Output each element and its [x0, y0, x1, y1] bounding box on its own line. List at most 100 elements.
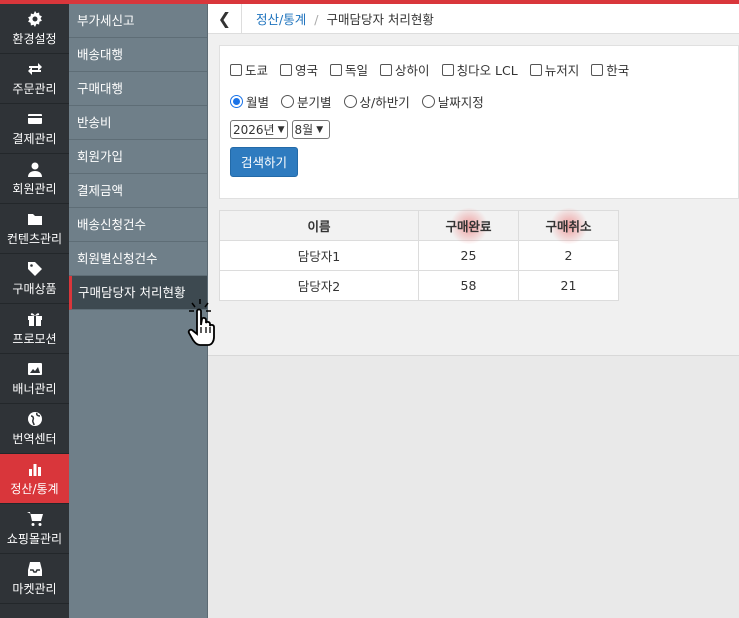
checkbox-label: 영국	[295, 63, 319, 78]
nav-contents[interactable]: 컨텐츠관리	[0, 204, 69, 254]
nav-label: 구매상품	[12, 281, 57, 296]
checkbox-label: 상하이	[395, 63, 430, 78]
radio-date-range[interactable]: 날짜지정	[421, 92, 484, 111]
submenu-return-fee[interactable]: 반송비	[69, 106, 207, 140]
checkbox-box[interactable]	[330, 63, 343, 76]
radio-label: 상/하반기	[359, 95, 410, 110]
cell-complete: 58	[418, 270, 519, 301]
table-header-row: 이름 구매완료 구매취소	[219, 208, 619, 244]
month-select[interactable]: 8월 ▼	[291, 120, 330, 139]
hand-cursor-icon	[187, 299, 215, 346]
checkbox-box[interactable]	[280, 63, 293, 76]
nav-orders[interactable]: 주문관리	[0, 54, 69, 104]
checkbox-box[interactable]	[380, 63, 393, 76]
header-purchase-complete[interactable]: 구매완료	[418, 208, 519, 244]
breadcrumb-separator: /	[314, 12, 319, 27]
breadcrumb-bar: ❮ 정산/통계 / 구매담당자 처리현황	[208, 3, 739, 34]
submenu-shipping-requests[interactable]: 배송신청건수	[69, 208, 207, 242]
results-table: 이름 구매완료 구매취소 담당자1 25 2 담당자2 58 21	[219, 208, 619, 301]
checkbox-shanghai[interactable]: 상하이	[380, 60, 430, 79]
year-select[interactable]: 2026년 ▼	[230, 120, 288, 139]
content-area: 도쿄 영국 독일 상하이 칭다오 LCL 뉴저지 한국 월별 분기별 상/하반기…	[208, 34, 739, 356]
inbox-icon	[27, 561, 42, 576]
nav-label: 배너관리	[12, 381, 57, 396]
radio-label: 월별	[246, 95, 270, 110]
checkbox-germany[interactable]: 독일	[330, 60, 368, 79]
month-value: 8월	[294, 123, 314, 137]
radio-dot[interactable]	[421, 95, 435, 108]
radio-dot[interactable]	[281, 95, 295, 108]
radio-monthly[interactable]: 월별	[230, 92, 269, 111]
nav-banners[interactable]: 배너관리	[0, 354, 69, 404]
nav-market[interactable]: 마켓관리	[0, 554, 69, 604]
year-value: 2026년	[233, 123, 275, 137]
nav-settings[interactable]: 환경설정	[0, 4, 69, 54]
nav-label: 마켓관리	[12, 581, 57, 596]
chevron-down-icon: ▼	[277, 124, 285, 135]
chevron-left-icon: ❮	[217, 9, 232, 28]
submenu-shipping-agency[interactable]: 배송대행	[69, 38, 207, 72]
date-selects: 2026년 ▼ 8월 ▼	[230, 120, 728, 139]
nav-label: 결제관리	[12, 131, 57, 146]
header-name[interactable]: 이름	[219, 210, 419, 241]
radio-half-year[interactable]: 상/하반기	[343, 92, 410, 111]
cell-name: 담당자2	[219, 270, 419, 301]
checkbox-label: 칭다오 LCL	[456, 63, 518, 78]
submenu-purchase-agency[interactable]: 구매대행	[69, 72, 207, 106]
checkbox-tokyo[interactable]: 도쿄	[230, 60, 268, 79]
search-button[interactable]: 검색하기	[230, 147, 299, 177]
checkbox-new-jersey[interactable]: 뉴저지	[529, 60, 580, 79]
chevron-down-icon: ▼	[316, 124, 324, 135]
filter-panel: 도쿄 영국 독일 상하이 칭다오 LCL 뉴저지 한국 월별 분기별 상/하반기…	[219, 45, 739, 199]
submenu-member-requests[interactable]: 회원별신청건수	[69, 242, 207, 276]
user-icon	[27, 162, 42, 177]
cell-cancel: 21	[518, 270, 619, 301]
submenu-signup[interactable]: 회원가입	[69, 140, 207, 174]
checkbox-label: 도쿄	[245, 63, 269, 78]
checkbox-box[interactable]	[441, 63, 454, 76]
main-area: ❮ 정산/통계 / 구매담당자 처리현황 도쿄 영국 독일 상하이 칭다오 LCL …	[208, 3, 739, 618]
table-row: 담당자1 25 2	[219, 240, 619, 271]
nav-members[interactable]: 회원관리	[0, 154, 69, 204]
nav-promotion[interactable]: 프로모션	[0, 304, 69, 354]
checkbox-box[interactable]	[529, 63, 542, 76]
nav-shop[interactable]: 쇼핑몰관리	[0, 504, 69, 554]
breadcrumb-parent-link[interactable]: 정산/통계	[256, 12, 306, 27]
checkbox-label: 뉴저지	[544, 63, 580, 78]
nav-products[interactable]: 구매상품	[0, 254, 69, 304]
radio-quarterly[interactable]: 분기별	[281, 92, 332, 111]
checkbox-box[interactable]	[230, 63, 242, 76]
globe-icon	[27, 411, 42, 426]
folder-icon	[27, 213, 42, 225]
gift-icon	[27, 312, 42, 326]
nav-label: 환경설정	[12, 31, 57, 46]
bar-chart-icon	[28, 463, 41, 476]
breadcrumb-current: 구매담당자 처리현황	[326, 12, 434, 27]
card-icon	[27, 113, 42, 124]
radio-label: 분기별	[297, 95, 332, 110]
checkbox-label: 독일	[345, 63, 369, 78]
submenu-vat[interactable]: 부가세신고	[69, 4, 207, 38]
nav-label: 회원관리	[12, 181, 57, 196]
back-button[interactable]: ❮	[208, 3, 242, 34]
radio-dot[interactable]	[230, 95, 243, 108]
checkbox-korea[interactable]: 한국	[591, 60, 629, 79]
nav-translation[interactable]: 번역센터	[0, 404, 69, 454]
exchange-icon	[27, 62, 42, 75]
radio-dot[interactable]	[343, 95, 357, 108]
nav-statistics[interactable]: 정산/통계	[0, 454, 69, 504]
checkbox-uk[interactable]: 영국	[280, 60, 318, 79]
gear-icon	[27, 10, 42, 27]
checkbox-label: 한국	[606, 63, 630, 78]
header-purchase-cancel[interactable]: 구매취소	[518, 208, 619, 244]
checkbox-box[interactable]	[591, 63, 604, 76]
radio-label: 날짜지정	[437, 95, 484, 110]
submenu-payment-amount[interactable]: 결제금액	[69, 174, 207, 208]
period-radios: 월별 분기별 상/하반기 날짜지정	[230, 92, 728, 111]
image-icon	[27, 362, 42, 375]
checkbox-qingdao-lcl[interactable]: 칭다오 LCL	[441, 60, 518, 79]
nav-payments[interactable]: 결제관리	[0, 104, 69, 154]
table-row: 담당자2 58 21	[219, 270, 619, 301]
nav-label: 번역센터	[12, 431, 57, 446]
cell-complete: 25	[418, 240, 519, 271]
